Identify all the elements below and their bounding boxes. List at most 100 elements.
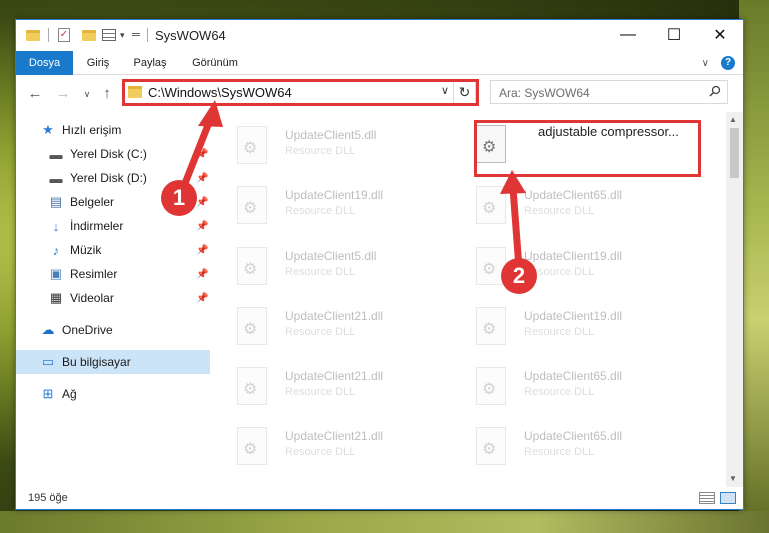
pin-icon[interactable]: 📌 [196, 245, 208, 256]
list-item[interactable]: ⚙ UpdateClient21.dll Resource DLL [215, 421, 441, 473]
sidebar-item-this-pc[interactable]: ▭ Bu bilgisayar [16, 350, 210, 374]
sidebar-item-label: Videolar [70, 291, 114, 305]
pin-icon[interactable]: 📌 [196, 293, 208, 304]
file-description: Resource DLL [285, 205, 356, 217]
dll-file-icon: ⚙ [476, 307, 506, 345]
file-name: UpdateClient5.dll [285, 128, 377, 142]
scroll-down-icon[interactable]: ▼ [729, 474, 737, 483]
sidebar-item-label: Belgeler [70, 195, 115, 209]
list-item[interactable]: ⚙ UpdateClient5.dll Resource DLL [215, 241, 441, 293]
vertical-scrollbar[interactable]: ▲ ▼ [726, 112, 743, 487]
list-item[interactable]: ⚙ UpdateClient19.dll Resource DLL [454, 241, 680, 293]
list-item[interactable]: ⚙ UpdateClient19.dll Resource DLL [215, 180, 441, 232]
sidebar-item-network[interactable]: ⊞ Ağ [16, 382, 210, 406]
drive-icon: ▬ [49, 170, 63, 186]
details-view-icon[interactable] [699, 492, 715, 504]
search-icon[interactable] [709, 85, 721, 97]
sidebar-item-label: OneDrive [62, 323, 113, 337]
sidebar-item-label: Hızlı erişim [62, 123, 122, 137]
file-description: Resource DLL [285, 446, 356, 458]
up-arrow-icon[interactable]: ↑ [98, 85, 116, 102]
dll-file-icon: ⚙ [476, 186, 506, 224]
search-box[interactable]: Ara: SysWOW64 [490, 80, 728, 104]
tab-home[interactable]: Giriş [76, 51, 120, 75]
list-item[interactable]: ⚙ UpdateClient21.dll Resource DLL [215, 361, 441, 413]
sidebar-item-music[interactable]: ♪ Müzik 📌 [16, 238, 210, 262]
desktop-background-bottom [0, 511, 769, 533]
file-description: Resource DLL [285, 386, 356, 398]
sidebar-item-onedrive[interactable]: ☁ OneDrive [16, 318, 210, 342]
list-item[interactable]: ⚙ UpdateClient5.dll Resource DLL [215, 120, 441, 172]
sidebar-item-videos[interactable]: ▦ Videolar 📌 [16, 286, 210, 310]
sidebar-item-pictures[interactable]: ▣ Resimler 📌 [16, 262, 210, 286]
tab-file[interactable]: Dosya [16, 51, 73, 75]
new-folder-icon[interactable] [82, 26, 96, 44]
divider [147, 28, 148, 42]
step-2-badge: 2 [501, 258, 537, 294]
file-description: Resource DLL [524, 205, 595, 217]
sidebar-item-label: İndirmeler [70, 219, 124, 233]
file-name: UpdateClient65.dll [524, 369, 623, 383]
drive-icon: ▬ [49, 146, 63, 162]
back-arrow-icon[interactable]: ← [26, 85, 44, 102]
navigation-pane: ★ Hızlı erişim ▬ Yerel Disk (C:) 📌 ▬ Yer… [16, 112, 212, 487]
file-name: UpdateClient21.dll [285, 369, 384, 383]
address-highlight [122, 79, 479, 106]
pictures-icon: ▣ [49, 266, 63, 281]
dll-file-icon: ⚙ [237, 307, 267, 345]
music-icon: ♪ [52, 242, 60, 258]
scrollbar-thumb[interactable] [730, 128, 739, 178]
sidebar-item-downloads[interactable]: ↓ İndirmeler 📌 [16, 214, 210, 238]
list-item[interactable]: ⚙ UpdateClient65.dll Resource DLL [454, 361, 680, 413]
recent-locations-icon[interactable]: ∨ [78, 89, 96, 100]
sidebar-item-label: Bu bilgisayar [62, 355, 131, 369]
forward-arrow-icon[interactable]: → [54, 85, 72, 102]
search-input[interactable]: Ara: SysWOW64 [499, 86, 590, 100]
list-item[interactable]: ⚙ UpdateClient65.dll Resource DLL [454, 421, 680, 473]
quick-access-more-icon[interactable]: ═ [132, 26, 140, 44]
file-name: UpdateClient19.dll [524, 309, 623, 323]
sidebar-item-quick-access[interactable]: ★ Hızlı erişim [16, 118, 210, 142]
file-name: UpdateClient21.dll [285, 429, 384, 443]
pin-icon[interactable]: 📌 [196, 197, 208, 208]
list-item[interactable]: ⚙ UpdateClient65.dll Resource DLL [454, 180, 680, 232]
tab-view[interactable]: Görünüm [182, 51, 248, 75]
pin-icon[interactable]: 📌 [196, 221, 208, 232]
quick-access-dropdown-icon[interactable]: ▾ [120, 26, 125, 44]
sidebar-item-label: Resimler [70, 267, 118, 281]
list-item[interactable]: ⚙ UpdateClient19.dll Resource DLL [454, 301, 680, 353]
large-icons-view-icon[interactable] [720, 492, 736, 504]
pin-icon[interactable]: 📌 [196, 269, 208, 280]
file-description: Resource DLL [285, 145, 356, 157]
file-description: Resource DLL [524, 326, 595, 338]
network-icon: ⊞ [42, 386, 54, 401]
help-icon[interactable]: ? [721, 56, 735, 70]
maximize-button[interactable]: ☐ [651, 20, 697, 50]
customize-quick-access-icon[interactable] [102, 26, 116, 44]
properties-check-icon[interactable]: ✓ [58, 26, 70, 44]
close-button[interactable]: ✕ [697, 20, 743, 50]
dll-file-icon: ⚙ [476, 427, 506, 465]
cloud-icon: ☁ [41, 322, 55, 337]
pin-icon[interactable]: 📌 [196, 149, 208, 160]
folder-icon [26, 26, 40, 44]
item-count: 195 öğe [28, 492, 68, 504]
file-name: UpdateClient5.dll [285, 249, 377, 263]
download-icon: ↓ [52, 218, 60, 234]
title-bar: ✓ ▾ ═ SysWOW64 — ☐ ✕ [16, 20, 743, 51]
sidebar-item-disk-c[interactable]: ▬ Yerel Disk (C:) 📌 [16, 142, 210, 166]
pin-icon[interactable]: 📌 [196, 173, 208, 184]
sidebar-item-label: Yerel Disk (C:) [70, 147, 147, 161]
file-description: Resource DLL [524, 386, 595, 398]
navigation-bar: ← → ∨ ↑ C:\Windows\SysWOW64 ∨ ↻ Ara: Sys… [16, 76, 743, 110]
expand-ribbon-icon[interactable]: ∨ [702, 58, 709, 69]
tab-share[interactable]: Paylaş [124, 51, 176, 75]
sidebar-item-label: Yerel Disk (D:) [70, 171, 147, 185]
list-item[interactable]: ⚙ UpdateClient21.dll Resource DLL [215, 301, 441, 353]
computer-icon: ▭ [41, 354, 55, 369]
file-description: Resource DLL [285, 266, 356, 278]
minimize-button[interactable]: — [605, 20, 651, 50]
scroll-up-icon[interactable]: ▲ [729, 115, 737, 124]
sidebar-item-label: Ağ [62, 387, 77, 401]
dll-file-icon: ⚙ [237, 126, 267, 164]
